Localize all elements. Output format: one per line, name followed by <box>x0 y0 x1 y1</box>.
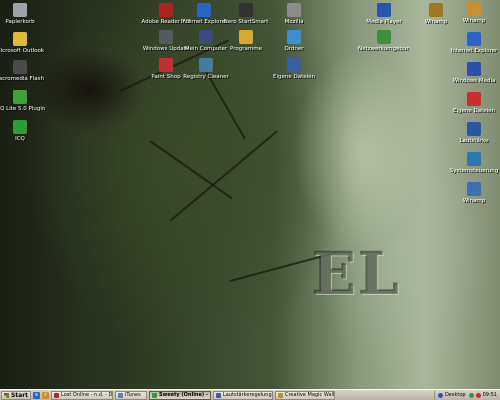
antivirus-tray-icon[interactable] <box>475 392 481 398</box>
icq-icon <box>13 90 27 104</box>
desktop-toolbar-label[interactable]: Desktop <box>445 392 466 398</box>
icq-flower-icon <box>13 120 27 134</box>
internet-explorer-icon[interactable]: e <box>33 391 40 399</box>
winamp-icon[interactable]: ⚡ <box>42 391 49 399</box>
taskbar-button-label: Sweety (Online) - Me... <box>159 392 210 398</box>
volume-icon <box>467 122 481 136</box>
folder-icon <box>287 30 301 44</box>
app-icon <box>54 392 59 398</box>
desktop-icon[interactable]: Windows Media <box>448 62 500 84</box>
internet-explorer-icon <box>467 32 481 46</box>
desktop-icon-label: Eigene Dateien <box>452 108 496 114</box>
desktop-icon[interactable]: Netzwerkumgebung <box>358 30 410 52</box>
mozilla-icon <box>287 3 301 17</box>
taskbar-button[interactable]: Sweety (Online) - Me... <box>149 390 211 400</box>
wallpaper-branch <box>169 130 278 222</box>
desktop-icon-label: Winamp <box>462 18 486 24</box>
windows-update-icon <box>159 30 173 44</box>
media-player-icon <box>377 3 391 17</box>
desktop-icon-label: Windows Media <box>452 78 496 84</box>
documents-icon <box>467 92 481 106</box>
desktop-icon-label: Nero StartSmart <box>223 19 269 25</box>
desktop-icon-label: Eigene Dateien <box>272 74 316 80</box>
taskbar-button[interactable]: Lautstärkeregelung <box>213 390 273 400</box>
desktop-icon-label: Macromedia Flash Player <box>0 76 46 82</box>
desktop-icon[interactable]: Mozilla <box>268 3 320 25</box>
desktop-icon[interactable]: Ordner <box>268 30 320 52</box>
taskbar-button-label: Lost Online - n.d. - Die d... <box>61 392 113 398</box>
task-list: Lost Online - n.d. - Die d... iTunes Sweet… <box>49 390 335 400</box>
taskbar-button-label: Creative Magic Wallpap... <box>285 392 335 398</box>
desktop-wallpaper: EL <box>0 0 500 389</box>
desktop-icon[interactable]: Programme <box>220 30 272 52</box>
desktop-icon-label: Mozilla <box>284 19 304 25</box>
winamp-icon <box>467 182 481 196</box>
start-label: Start <box>10 391 29 399</box>
desktop-icon-label: Programme <box>230 46 262 52</box>
app-icon <box>216 392 221 398</box>
winamp-icon <box>429 3 443 17</box>
windows-flag-icon <box>3 392 9 398</box>
app-icon <box>152 392 157 398</box>
desktop-icon[interactable]: Systemsteuerung <box>448 152 500 174</box>
icq-tray-icon[interactable] <box>468 392 474 398</box>
system-tray: Desktop 09:51 <box>433 390 500 400</box>
desktop-icon-label: Lautstärke <box>459 138 489 144</box>
desktop-icon[interactable]: ICQ <box>0 120 46 142</box>
nero-icon <box>239 3 253 17</box>
taskbar: Start e ⚡ Lost Online - n.d. - Die d... i… <box>0 389 500 400</box>
desktop-icon[interactable]: ICQ Lite 5.0 Plugin <box>0 90 46 112</box>
winamp-icon <box>467 2 481 16</box>
taskbar-button[interactable]: Creative Magic Wallpap... <box>275 390 335 400</box>
desktop-icon[interactable]: Microsoft Outlook <box>0 32 46 54</box>
desktop-icon-label: Internet Explorer <box>450 48 498 54</box>
my-computer-icon <box>199 30 213 44</box>
desktop-icon-label: Media Player <box>366 19 402 25</box>
desktop-icon[interactable]: Macromedia Flash Player <box>0 60 46 82</box>
network-icon <box>377 30 391 44</box>
wallpaper-branch <box>149 140 233 200</box>
wallpaper-lettering: EL <box>312 240 401 308</box>
desktop-icon-label: Systemsteuerung <box>449 168 499 174</box>
desktop-icon[interactable]: Papierkorb <box>0 3 46 25</box>
media-icon <box>467 62 481 76</box>
desktop-icon[interactable]: Eigene Dateien <box>268 58 320 80</box>
desktop-icon-label: Microsoft Outlook <box>0 48 45 54</box>
desktop-icon[interactable]: Eigene Dateien <box>448 92 500 114</box>
clock[interactable]: 09:51 <box>483 392 497 398</box>
flash-icon <box>13 60 27 74</box>
paint-icon <box>159 58 173 72</box>
app-icon <box>278 392 283 398</box>
desktop-icon-label: Ordner <box>284 46 304 52</box>
app-icon <box>118 392 123 398</box>
network-icon[interactable] <box>437 392 443 398</box>
control-panel-icon <box>467 152 481 166</box>
desktop-icon[interactable]: Nero StartSmart <box>220 3 272 25</box>
taskbar-button-label: Lautstärkeregelung <box>223 392 272 398</box>
desktop-icon-label: Papierkorb <box>5 19 35 25</box>
documents-icon <box>287 58 301 72</box>
desktop-icon[interactable]: Winamp <box>448 2 500 24</box>
desktop-icon[interactable]: Winamp <box>448 182 500 204</box>
taskbar-button[interactable]: iTunes <box>115 390 147 400</box>
internet-explorer-icon <box>197 3 211 17</box>
desktop-icon-label: ICQ Lite 5.0 Plugin <box>0 106 46 112</box>
desktop-icon-label: Netzwerkumgebung <box>358 46 410 52</box>
desktop-icon-label: ICQ <box>15 136 25 142</box>
taskbar-button-label: iTunes <box>125 392 141 398</box>
desktop-icon[interactable]: Internet Explorer <box>448 32 500 54</box>
desktop-icon[interactable]: Media Player <box>358 3 410 25</box>
outlook-icon <box>13 32 27 46</box>
start-button[interactable]: Start <box>1 390 31 400</box>
desktop-icon[interactable]: Lautstärke <box>448 122 500 144</box>
folder-icon <box>239 30 253 44</box>
recycle-bin-icon <box>13 3 27 17</box>
desktop-icon[interactable]: Registry Cleaner <box>180 58 232 80</box>
adobe-reader-icon <box>159 3 173 17</box>
cleaner-icon <box>199 58 213 72</box>
desktop-icon-label: Registry Cleaner <box>183 74 229 80</box>
desktop-icon-label: Winamp <box>462 198 486 204</box>
taskbar-button[interactable]: Lost Online - n.d. - Die d... <box>51 390 113 400</box>
